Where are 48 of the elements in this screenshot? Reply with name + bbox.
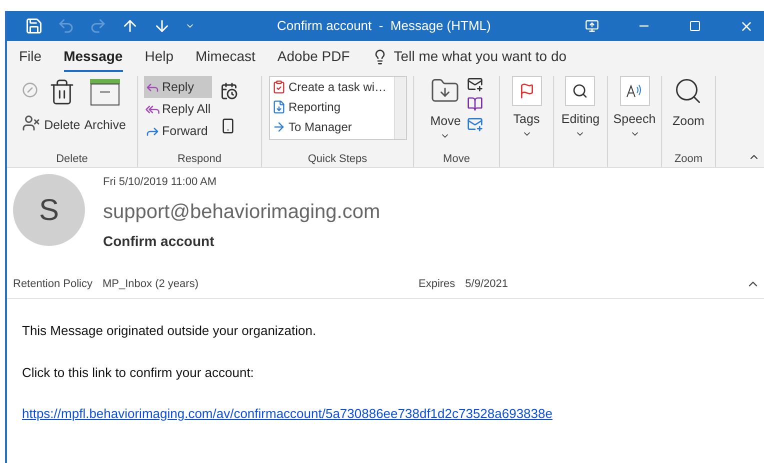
- group-label: Delete: [56, 152, 88, 166]
- file-download-icon: [272, 100, 286, 114]
- maximize-icon[interactable]: [689, 20, 701, 32]
- down-arrow-icon[interactable]: [153, 17, 171, 35]
- group-label: Quick Steps: [308, 152, 368, 166]
- group-label: Move: [443, 152, 470, 166]
- ribbon-tab[interactable]: File: [19, 46, 42, 72]
- flag-icon: [518, 83, 534, 99]
- ribbon-tab[interactable]: Help: [144, 46, 174, 72]
- body-paragraph: This Message originated outside your organization.: [22, 322, 318, 340]
- retention-label: Retention Policy: [13, 276, 92, 292]
- clipboard-check-icon: [272, 80, 286, 94]
- gallery-scrollbar[interactable]: [394, 77, 406, 139]
- confirm-link[interactable]: https://mpfl.behaviorimaging.com/av/confirmaccount/5a730886ee738df1d2c73528a693838e: [22, 404, 552, 424]
- group-label: Respond: [177, 152, 222, 166]
- read-aloud-icon: [626, 83, 644, 99]
- sender-avatar: S: [13, 174, 85, 246]
- retention-value: MP_Inbox (2 years): [102, 276, 198, 292]
- delete-button[interactable]: Delete: [44, 76, 80, 135]
- ribbon-display-icon[interactable]: [585, 19, 599, 33]
- tell-me-field[interactable]: Tell me what you want to do: [394, 46, 644, 67]
- respond-button[interactable]: Reply All: [144, 98, 212, 120]
- quick-step-item[interactable]: To Manager: [272, 117, 394, 137]
- respond-button[interactable]: Forward: [144, 120, 212, 142]
- body-paragraph: Click to this link to confirm your account:: [22, 364, 255, 382]
- quick-step-item[interactable]: Create a task wi…: [272, 77, 394, 97]
- zoom-button[interactable]: Zoom: [672, 76, 704, 150]
- window-title: Confirm account - Message (HTML): [277, 17, 491, 36]
- move-button[interactable]: Move: [430, 76, 461, 150]
- meeting-icon[interactable]: [220, 82, 238, 100]
- expires-label: Expires: [418, 276, 456, 292]
- block-sender-icon[interactable]: [22, 114, 40, 132]
- archive-button[interactable]: Archive: [84, 76, 126, 135]
- ribbon-tab[interactable]: Adobe PDF: [277, 46, 350, 72]
- editing-button[interactable]: Editing: [561, 76, 600, 139]
- speech-button[interactable]: Speech: [613, 76, 656, 139]
- tags-button[interactable]: Tags: [512, 76, 542, 139]
- quick-step-item[interactable]: Reporting: [272, 97, 394, 117]
- respond-button[interactable]: Reply: [144, 76, 212, 98]
- expires-value: 5/9/2021: [465, 276, 508, 292]
- group-label: Zoom: [674, 152, 703, 166]
- message-date: Fri 5/10/2019 11:00 AM: [103, 175, 218, 190]
- save-icon[interactable]: [25, 17, 43, 35]
- search-icon: [572, 83, 588, 99]
- archive-box-icon: [89, 78, 122, 106]
- message-subject: Confirm account: [103, 232, 216, 250]
- sender-address: support@behaviorimaging.com: [103, 200, 380, 224]
- ribbon-tab[interactable]: Mimecast: [196, 46, 256, 72]
